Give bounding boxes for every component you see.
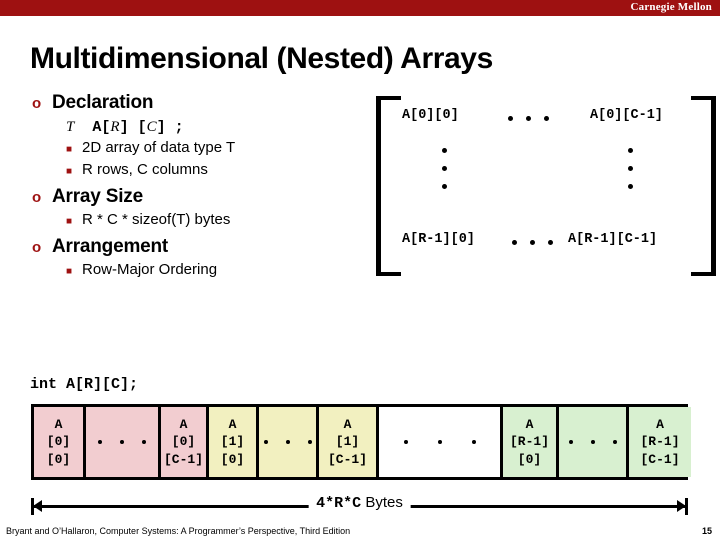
bullet-marker-square-icon: ■ <box>66 266 73 277</box>
memory-cell-line: [C-1] <box>163 451 203 467</box>
memory-cell-line: A <box>179 417 188 433</box>
sub-bullet-size-formula: ■ R * C * sizeof(T) bytes <box>66 211 372 230</box>
matrix-vertical-ellipsis-left-icon <box>442 148 447 189</box>
page-title: Multidimensional (Nested) Arrays <box>30 42 493 75</box>
measure-label: 4*R*C Bytes <box>308 494 411 512</box>
sub-bullet-size-formula-label: R * C * sizeof(T) bytes <box>82 211 231 228</box>
memory-cell-line: [C-1] <box>640 451 680 467</box>
bullet-marker-square-icon: ■ <box>66 166 73 177</box>
ellipsis-dot-icon <box>263 440 268 444</box>
memory-cell: A [R-1] [C-1] <box>629 407 691 477</box>
code-cols: C <box>146 119 157 135</box>
memory-cell-ellipsis <box>86 407 161 477</box>
measure-label-unit: Bytes <box>365 494 403 511</box>
matrix-left-bracket-icon <box>376 96 401 276</box>
memory-cell: A [1] [0] <box>209 407 259 477</box>
memory-cell-line: [R-1] <box>640 434 680 450</box>
bullet-marker-circle-icon: o <box>32 189 42 206</box>
memory-cell-line: A <box>525 417 534 433</box>
memory-cell-line: A <box>228 417 237 433</box>
memory-cell-line: [0] <box>220 451 245 467</box>
sub-bullet-rows-cols: ■ R rows, C columns <box>66 161 372 180</box>
matrix-vertical-ellipsis-right-icon <box>628 148 633 189</box>
bullet-array-size-label: Array Size <box>52 186 143 207</box>
bullet-arrangement: o Arrangement <box>32 236 372 258</box>
bullet-marker-square-icon: ■ <box>66 144 73 155</box>
memory-cell: A [0] [0] <box>34 407 86 477</box>
measure-arrowhead-right-icon <box>677 500 686 512</box>
carnegie-mellon-brand: Carnegie Mellon <box>630 1 712 13</box>
matrix-horizontal-ellipsis-top-icon <box>508 116 549 121</box>
memory-cell-line: [1] <box>335 434 360 450</box>
bullet-array-size: o Array Size <box>32 186 372 208</box>
matrix-diagram: A[0][0] A[0][C-1] A[R-1][0] A[R-1][C-1] <box>376 96 716 276</box>
matrix-element-bottom-left: A[R-1][0] <box>402 232 475 247</box>
sub-bullet-row-major-label: Row-Major Ordering <box>82 261 218 278</box>
ellipsis-dot-icon <box>98 440 102 444</box>
memory-cell: A [1] [C-1] <box>319 407 379 477</box>
bullet-declaration: o Declaration <box>32 92 372 114</box>
memory-cell-line: [0] <box>46 451 71 467</box>
footer-citation: Bryant and O’Hallaron, Computer Systems:… <box>6 526 351 536</box>
bullet-marker-circle-icon: o <box>32 95 42 112</box>
memory-cell-ellipsis <box>379 407 503 477</box>
memory-cell-line: [0] <box>517 451 542 467</box>
memory-cell-line: A <box>656 417 664 433</box>
ellipsis-dot-icon <box>142 440 146 444</box>
memory-cell-line: [0] <box>171 434 196 450</box>
sub-bullet-rows-cols-label: R rows, C columns <box>82 161 208 178</box>
ellipsis-dot-icon <box>437 440 442 444</box>
memory-cell-line: [0] <box>46 434 71 450</box>
declaration-code: T A[R] [C] ; <box>66 119 184 136</box>
memory-size-measure: 4*R*C Bytes <box>31 494 688 516</box>
matrix-horizontal-ellipsis-bottom-icon <box>512 240 553 245</box>
ellipsis-dot-icon <box>471 440 476 444</box>
memory-layout-strip: A [0] [0] A [0] [C-1] A [1] [0] A [1] [C-1] A [R-1] [0… <box>31 404 691 480</box>
footer-page-number: 15 <box>701 526 712 536</box>
memory-cell-line: [R-1] <box>509 434 549 450</box>
sub-bullet-2d-array: ■ 2D array of data type T <box>66 139 372 158</box>
matrix-element-top-right: A[0][C-1] <box>590 108 663 123</box>
ellipsis-dot-icon <box>403 440 408 444</box>
sub-bullet-row-major: ■ Row-Major Ordering <box>66 261 372 280</box>
memory-declaration-code: int A[R][C]; <box>30 376 139 393</box>
bullet-declaration-label: Declaration <box>52 92 154 113</box>
matrix-right-bracket-icon <box>691 96 716 276</box>
ellipsis-dot-icon <box>568 440 573 444</box>
ellipsis-dot-icon <box>307 440 312 444</box>
measure-label-expression: 4*R*C <box>316 495 362 512</box>
bullet-marker-square-icon: ■ <box>66 216 73 227</box>
memory-cell-line: [1] <box>220 434 245 450</box>
measure-arrowhead-left-icon <box>33 500 42 512</box>
ellipsis-dot-icon <box>612 440 617 444</box>
ellipsis-dot-icon <box>120 440 124 444</box>
ellipsis-dot-icon <box>590 440 595 444</box>
carnegie-mellon-header-bar: Carnegie Mellon <box>0 0 720 16</box>
memory-cell-ellipsis <box>559 407 629 477</box>
memory-cell-ellipsis <box>259 407 319 477</box>
memory-cell-line: [C-1] <box>327 451 367 467</box>
memory-cell-line: A <box>343 417 352 433</box>
sub-bullet-2d-array-label: 2D array of data type T <box>82 139 236 156</box>
memory-cell: A [R-1] [0] <box>503 407 559 477</box>
matrix-element-top-left: A[0][0] <box>402 108 459 123</box>
memory-cell-line: A <box>54 417 63 433</box>
bullet-list: o Declaration T A[R] [C] ; ■ 2D array of… <box>32 92 372 280</box>
bullet-arrangement-label: Arrangement <box>52 236 169 257</box>
ellipsis-dot-icon <box>285 440 290 444</box>
matrix-element-bottom-right: A[R-1][C-1] <box>568 232 658 247</box>
memory-cell: A [0] [C-1] <box>161 407 209 477</box>
bullet-marker-circle-icon: o <box>32 239 42 256</box>
code-rows: R <box>110 119 120 135</box>
